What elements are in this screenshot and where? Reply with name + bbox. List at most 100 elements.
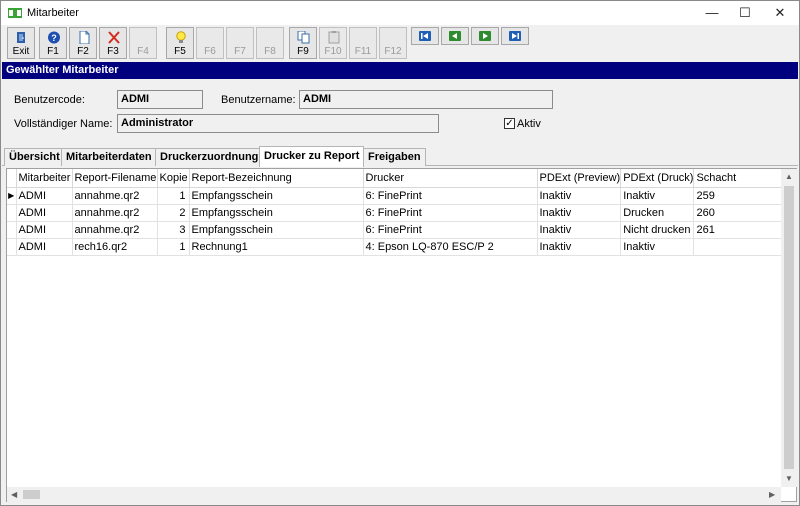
column-header[interactable]: Report-Filename — [72, 169, 158, 188]
delete-button[interactable]: F3 — [99, 27, 127, 59]
table-cell[interactable]: Inaktiv — [537, 221, 622, 239]
table-cell[interactable]: 1 — [157, 187, 190, 205]
column-header[interactable]: PDExt (Druck) — [620, 169, 695, 188]
table-cell[interactable]: Empfangsschein — [189, 221, 364, 239]
fullname-field[interactable]: Administrator — [117, 114, 439, 133]
horizontal-scroll-thumb[interactable] — [23, 490, 40, 499]
toolbar: Exit ? F1 F2 F3 F4 F5 F6 F7 F8 F9 F10 F1… — [1, 26, 799, 60]
scroll-left-icon[interactable]: ◀ — [11, 490, 17, 499]
table-cell[interactable]: 6: FinePrint — [363, 187, 538, 205]
horizontal-scrollbar[interactable]: ◀ ▶ — [7, 487, 781, 502]
copy-button[interactable]: F9 — [289, 27, 317, 59]
table-cell[interactable]: ADMI — [16, 187, 73, 205]
row-indicator — [7, 238, 17, 256]
scroll-up-icon[interactable]: ▲ — [785, 172, 793, 181]
table-cell[interactable]: Empfangsschein — [189, 187, 364, 205]
tab-mitarbeiterdaten[interactable]: Mitarbeiterdaten — [61, 148, 157, 166]
f5-button[interactable]: F5 — [166, 27, 194, 59]
main-window: Mitarbeiter — ☐ ✕ Exit ? F1 F2 F3 F4 F5 … — [0, 0, 800, 506]
previous-record-icon — [449, 31, 461, 41]
column-header[interactable]: Schacht — [693, 169, 783, 188]
f4-button[interactable]: F4 — [129, 27, 157, 59]
grid-table: Mitarbeiter Report-Filename Kopie Report… — [7, 169, 783, 256]
f12-button[interactable]: F12 — [379, 27, 407, 59]
help-icon: ? — [48, 31, 60, 44]
aktiv-checkbox[interactable]: ✓ — [504, 118, 515, 129]
current-row-indicator-icon: ▶ — [7, 187, 17, 205]
help-button[interactable]: ? F1 — [39, 27, 67, 59]
paste-button[interactable]: F10 — [319, 27, 347, 59]
last-record-icon — [509, 31, 521, 41]
column-header[interactable]: Drucker — [363, 169, 538, 188]
exit-door-icon — [17, 32, 25, 43]
table-cell[interactable]: 260 — [693, 204, 783, 222]
scroll-down-icon[interactable]: ▼ — [785, 474, 793, 483]
table-cell[interactable]: rech16.qr2 — [72, 238, 158, 256]
f6-button[interactable]: F6 — [196, 27, 224, 59]
table-cell[interactable]: Inaktiv — [537, 238, 622, 256]
first-record-icon — [419, 31, 431, 41]
close-window-button[interactable]: ✕ — [763, 1, 797, 25]
previous-record-button[interactable] — [441, 27, 469, 45]
table-cell[interactable]: 6: FinePrint — [363, 221, 538, 239]
data-grid: Mitarbeiter Report-Filename Kopie Report… — [6, 168, 797, 502]
table-cell[interactable]: annahme.qr2 — [72, 187, 158, 205]
table-cell[interactable]: ADMI — [16, 221, 73, 239]
table-cell[interactable]: Empfangsschein — [189, 204, 364, 222]
new-button[interactable]: F2 — [69, 27, 97, 59]
table-row[interactable]: ▶ ADMI annahme.qr2 1 Empfangsschein 6: F… — [7, 187, 783, 205]
tab-drucker-zu-report[interactable]: Drucker zu Report — [259, 146, 365, 167]
new-document-icon — [79, 31, 90, 44]
table-cell[interactable]: 2 — [157, 204, 190, 222]
table-cell[interactable]: Rechnung1 — [189, 238, 364, 256]
table-cell[interactable]: Inaktiv — [537, 187, 622, 205]
table-cell[interactable]: 259 — [693, 187, 783, 205]
vertical-scroll-thumb[interactable] — [784, 186, 794, 469]
table-cell[interactable]: Drucken — [620, 204, 695, 222]
table-cell[interactable]: 261 — [693, 221, 783, 239]
table-cell[interactable]: 4: Epson LQ-870 ESC/P 2 — [363, 238, 538, 256]
aktiv-label: Aktiv — [517, 118, 541, 130]
svg-text:?: ? — [51, 33, 57, 43]
tab-freigaben[interactable]: Freigaben — [363, 148, 426, 166]
minimize-button[interactable]: — — [695, 1, 729, 25]
table-cell[interactable]: annahme.qr2 — [72, 204, 158, 222]
f7-button[interactable]: F7 — [226, 27, 254, 59]
maximize-button[interactable]: ☐ — [728, 1, 762, 25]
window-title: Mitarbeiter — [27, 7, 79, 19]
benutzercode-field[interactable]: ADMI — [117, 90, 203, 109]
table-cell[interactable]: Inaktiv — [620, 238, 695, 256]
table-cell[interactable]: ADMI — [16, 238, 73, 256]
table-row[interactable]: ADMI rech16.qr2 1 Rechnung1 4: Epson LQ-… — [7, 238, 783, 256]
delete-x-icon — [108, 31, 120, 44]
tab-druckerzuordnung[interactable]: Druckerzuordnung — [155, 148, 264, 166]
column-header[interactable]: Report-Bezeichnung — [189, 169, 364, 188]
column-header[interactable]: Mitarbeiter — [16, 169, 73, 188]
table-cell[interactable] — [693, 238, 783, 256]
table-row[interactable]: ADMI annahme.qr2 3 Empfangsschein 6: Fin… — [7, 221, 783, 239]
column-header[interactable]: Kopie — [157, 169, 190, 188]
row-indicator — [7, 204, 17, 222]
table-cell[interactable]: 1 — [157, 238, 190, 256]
f11-button[interactable]: F11 — [349, 27, 377, 59]
benutzername-field[interactable]: ADMI — [299, 90, 553, 109]
exit-button[interactable]: Exit — [7, 27, 35, 59]
table-cell[interactable]: Inaktiv — [620, 187, 695, 205]
tab-uebersicht[interactable]: Übersicht — [4, 148, 65, 166]
table-cell[interactable]: annahme.qr2 — [72, 221, 158, 239]
f8-button[interactable]: F8 — [256, 27, 284, 59]
table-cell[interactable]: Inaktiv — [537, 204, 622, 222]
vertical-scrollbar[interactable]: ▲ ▼ — [781, 169, 797, 487]
last-record-button[interactable] — [501, 27, 529, 45]
scroll-right-icon[interactable]: ▶ — [769, 490, 775, 499]
table-cell[interactable]: ADMI — [16, 204, 73, 222]
table-cell[interactable]: Nicht drucken — [620, 221, 695, 239]
table-row[interactable]: ADMI annahme.qr2 2 Empfangsschein 6: Fin… — [7, 204, 783, 222]
next-record-button[interactable] — [471, 27, 499, 45]
first-record-button[interactable] — [411, 27, 439, 45]
benutzername-label: Benutzername: — [221, 94, 296, 106]
table-cell[interactable]: 6: FinePrint — [363, 204, 538, 222]
table-cell[interactable]: 3 — [157, 221, 190, 239]
column-header[interactable]: PDExt (Preview) — [537, 169, 622, 188]
grid-header-row: Mitarbeiter Report-Filename Kopie Report… — [7, 169, 783, 188]
